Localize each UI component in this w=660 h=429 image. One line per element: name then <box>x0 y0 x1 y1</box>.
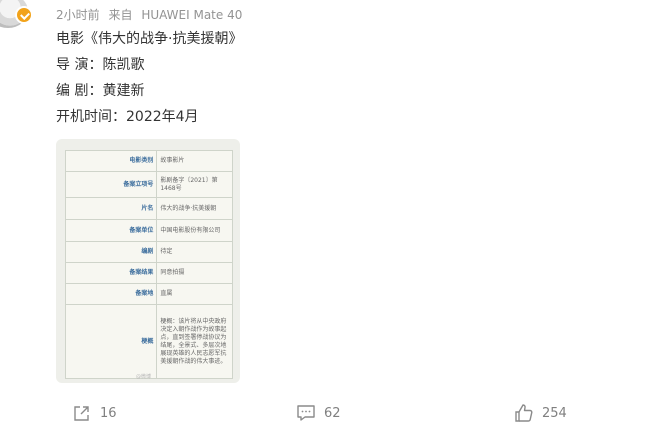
table-row: 编剧 待定 <box>64 241 233 263</box>
table-value: 影剧备字〔2021〕第1468号 <box>156 171 233 198</box>
post-time[interactable]: 2小时前 <box>56 8 100 22</box>
post-text-director: 导 演：陈凯歌 <box>56 57 145 73</box>
post-meta: 2小时前 来自 HUAWEI Mate 40 <box>56 6 247 23</box>
table-value: 同意拍摄 <box>156 262 233 284</box>
table-row: 备案立项号 影剧备字〔2021〕第1468号 <box>64 171 233 198</box>
table-key: 梗概 <box>64 304 158 379</box>
source-prefix: 来自 <box>108 8 133 22</box>
post-text-title: 电影《伟大的战争·抗美援朝》 <box>56 31 243 47</box>
share-icon <box>74 406 89 421</box>
comment-icon <box>297 405 315 421</box>
verified-badge-icon <box>15 6 33 24</box>
post-text-start-date: 开机时间：2022年4月 <box>56 109 199 125</box>
table-value: 故事影片 <box>156 150 233 172</box>
table-row: 备案地 直属 <box>64 283 233 305</box>
table-key: 电影类别 <box>64 150 158 172</box>
table-key: 备案单位 <box>64 219 158 242</box>
table-key: 片名 <box>64 197 158 220</box>
thumbs-up-icon <box>515 404 533 422</box>
table-key: 备案地 <box>64 283 158 305</box>
share-count: 16 <box>100 405 117 421</box>
filing-table: 电影类别 故事影片 备案立项号 影剧备字〔2021〕第1468号 片名 伟大的战… <box>64 150 233 379</box>
table-row: 备案单位 中国电影股份有限公司 <box>64 219 233 242</box>
table-row: 片名 伟大的战争·抗美援朝 <box>64 197 233 220</box>
comment-button[interactable]: 62 <box>296 402 341 424</box>
table-row: 梗概 梗概：该片将从中央政府决定入朝作战作为故事起点，直到签署停战协议为结尾，全… <box>64 304 233 379</box>
like-count: 254 <box>542 405 567 421</box>
image-watermark: @微博 <box>136 374 152 380</box>
source-device: HUAWEI Mate 40 <box>141 8 243 22</box>
post-text-writer: 编 剧：黄建新 <box>56 83 145 99</box>
table-value: 梗概：该片将从中央政府决定入朝作战作为故事起点，直到签署停战协议为结尾，全景式、… <box>156 304 233 379</box>
table-row: 电影类别 故事影片 <box>64 150 233 172</box>
comment-count: 62 <box>324 405 341 421</box>
table-key: 编剧 <box>64 241 158 263</box>
table-value: 待定 <box>156 241 233 263</box>
post-image[interactable]: 电影类别 故事影片 备案立项号 影剧备字〔2021〕第1468号 片名 伟大的战… <box>56 139 240 383</box>
table-value: 直属 <box>156 283 233 305</box>
like-button[interactable]: 254 <box>514 402 567 424</box>
table-row: 备案结果 同意拍摄 <box>64 262 233 284</box>
avatar-area[interactable] <box>0 0 40 30</box>
table-key: 备案结果 <box>64 262 158 284</box>
table-value: 中国电影股份有限公司 <box>156 219 233 242</box>
table-value: 伟大的战争·抗美援朝 <box>156 197 233 220</box>
share-button[interactable]: 16 <box>72 402 117 424</box>
table-key: 备案立项号 <box>64 171 158 198</box>
